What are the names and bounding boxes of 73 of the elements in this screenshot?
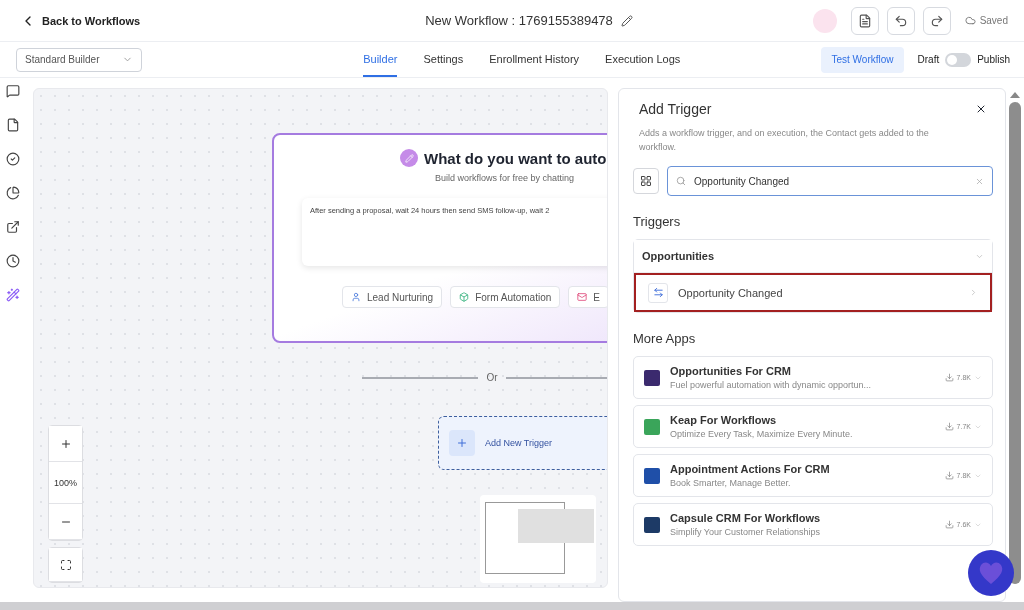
saved-status: Saved — [979, 15, 1008, 26]
app-description: Simplify Your Customer Relationships — [670, 527, 822, 537]
grid-icon — [640, 175, 652, 187]
swap-icon — [648, 282, 668, 303]
cloud-icon — [964, 15, 976, 26]
app-name: Opportunities For CRM — [670, 365, 792, 377]
card-subtitle: Build workflows for free by chatting — [435, 173, 575, 183]
panel-title: Add Trigger — [639, 101, 712, 117]
app-name: Capsule CRM For Workflows — [670, 512, 822, 524]
zoom-in-button[interactable] — [49, 426, 82, 462]
tab[interactable]: Builder — [363, 42, 398, 77]
minimap[interactable] — [480, 495, 596, 583]
download-icon — [944, 422, 954, 431]
publish-label: Publish — [977, 54, 1010, 65]
trigger-item[interactable]: Opportunity Changed — [634, 273, 992, 312]
cube-icon — [459, 292, 470, 302]
mail-icon — [577, 292, 588, 302]
grid-view-button[interactable] — [633, 168, 659, 194]
plus-icon — [449, 430, 475, 456]
download-icon — [944, 520, 954, 529]
check-circle-icon[interactable] — [6, 152, 20, 166]
tab[interactable]: Execution Logs — [605, 42, 681, 77]
search-field[interactable]: Opportunity Changed — [667, 166, 993, 196]
redo-icon — [929, 13, 944, 28]
chat-icon[interactable] — [6, 84, 20, 98]
workflow-title: New Workflow : 1769155389478 — [425, 13, 613, 28]
plus-icon — [59, 437, 72, 450]
panel-description: Adds a workflow trigger, and on execution, the Contact gets added to the workflow. — [639, 127, 930, 154]
magic-wand-icon[interactable] — [6, 288, 20, 302]
pie-chart-icon[interactable] — [6, 186, 20, 200]
or-divider-label: Or — [486, 372, 498, 383]
add-trigger-node[interactable]: Add New Trigger — [438, 416, 607, 470]
app-name: Appointment Actions For CRM — [670, 463, 831, 475]
person-icon — [351, 292, 361, 302]
external-link-icon[interactable] — [6, 220, 20, 234]
undo-icon — [893, 13, 908, 28]
file-icon[interactable] — [6, 118, 20, 132]
chevron-right-icon — [969, 288, 978, 297]
group-header[interactable]: Opportunities — [634, 240, 992, 273]
suggestion-chip[interactable]: E — [568, 286, 607, 308]
suggestion-chip[interactable]: Form Automation — [450, 286, 561, 308]
redo-button[interactable] — [922, 6, 951, 35]
app-name: Keap For Workflows — [670, 414, 778, 426]
suggestion-chip[interactable]: Lead Nurturing — [342, 286, 443, 308]
document-icon — [857, 13, 872, 28]
app-description: Optimize Every Task, Maximize Every Minute. — [670, 429, 854, 439]
card-title: What do you want to auto — [424, 149, 607, 167]
back-link[interactable]: Back to Workflows — [20, 12, 380, 29]
test-workflow-button[interactable]: Test Workflow — [821, 46, 904, 73]
magic-icon — [400, 149, 418, 167]
triggers-heading: Triggers — [633, 214, 682, 229]
download-icon — [944, 471, 954, 480]
clock-icon[interactable] — [6, 254, 20, 268]
download-icon — [944, 373, 954, 382]
scroll-up-icon[interactable] — [1010, 92, 1020, 98]
builder-select[interactable]: Standard Builder — [16, 47, 142, 72]
draft-label: Draft — [917, 54, 940, 65]
fit-view-icon — [59, 558, 72, 571]
notes-button[interactable] — [850, 6, 879, 35]
back-label: Back to Workflows — [42, 14, 141, 27]
chat-widget-icon[interactable] — [968, 550, 1014, 596]
search-icon — [676, 176, 686, 186]
app-description: Fuel powerful automation with dynamic opportun... — [670, 380, 873, 390]
more-apps-heading: More Apps — [633, 331, 697, 346]
search-input[interactable]: Opportunity Changed — [692, 174, 969, 188]
edit-icon[interactable] — [620, 14, 633, 27]
close-icon[interactable] — [975, 103, 987, 115]
tab[interactable]: Settings — [423, 42, 464, 77]
fit-view-button[interactable] — [49, 548, 82, 582]
app-description: Book Smarter, Manage Better. — [670, 478, 792, 488]
undo-button[interactable] — [886, 6, 915, 35]
publish-toggle[interactable] — [945, 52, 972, 67]
tab[interactable]: Enrollment History — [489, 42, 580, 77]
